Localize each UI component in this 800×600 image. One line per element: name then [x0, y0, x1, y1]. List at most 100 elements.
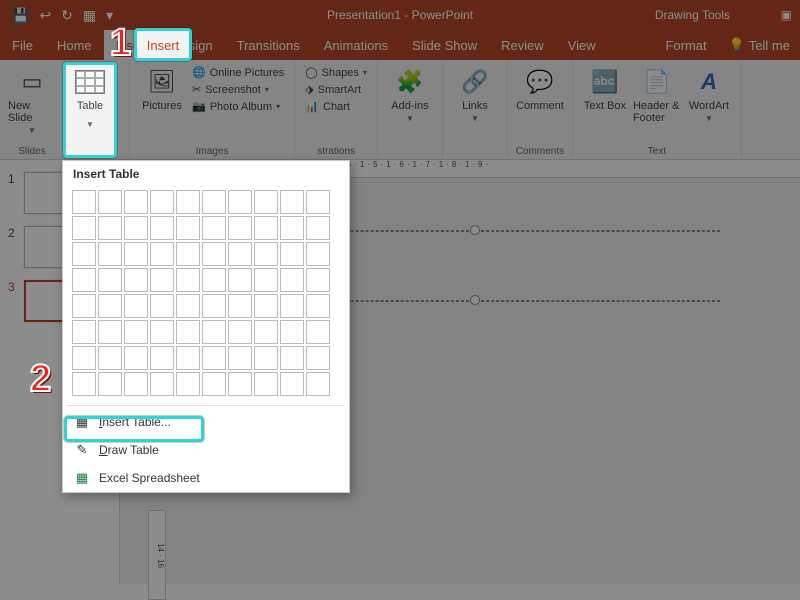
grid-cell[interactable]: [306, 372, 330, 396]
grid-cell[interactable]: [202, 268, 226, 292]
text-box-button[interactable]: 🔤 Text Box: [579, 64, 631, 114]
grid-cell[interactable]: [124, 346, 148, 370]
selection-handle[interactable]: [470, 225, 480, 235]
grid-cell[interactable]: [150, 216, 174, 240]
grid-cell[interactable]: [124, 294, 148, 318]
new-slide-button[interactable]: ▭ New Slide ▼: [6, 64, 58, 137]
tab-insert[interactable]: Insert: [137, 30, 189, 60]
comment-button[interactable]: 💬 Comment: [514, 64, 566, 114]
grid-cell[interactable]: [280, 320, 304, 344]
tab-slideshow[interactable]: Slide Show: [400, 30, 489, 60]
grid-cell[interactable]: [72, 190, 96, 214]
grid-cell[interactable]: [150, 346, 174, 370]
menu-excel-spreadsheet[interactable]: ▦ Excel Spreadsheet: [63, 464, 349, 492]
grid-cell[interactable]: [202, 216, 226, 240]
grid-cell[interactable]: [306, 320, 330, 344]
grid-cell[interactable]: [306, 190, 330, 214]
tab-animations[interactable]: Animations: [312, 30, 400, 60]
save-icon[interactable]: 💾: [12, 7, 29, 24]
grid-cell[interactable]: [202, 190, 226, 214]
grid-cell[interactable]: [72, 294, 96, 318]
pictures-button[interactable]: 🖼 Pictures: [136, 64, 188, 114]
grid-cell[interactable]: [254, 372, 278, 396]
tab-file[interactable]: File: [0, 30, 45, 60]
grid-cell[interactable]: [98, 268, 122, 292]
grid-cell[interactable]: [150, 320, 174, 344]
photo-album-button[interactable]: 📷Photo Album▾: [192, 100, 284, 113]
grid-cell[interactable]: [176, 294, 200, 318]
grid-cell[interactable]: [306, 294, 330, 318]
tab-format[interactable]: Format: [653, 30, 718, 60]
grid-cell[interactable]: [254, 190, 278, 214]
table-button[interactable]: Table ▼: [66, 64, 114, 156]
grid-cell[interactable]: [98, 346, 122, 370]
grid-cell[interactable]: [254, 346, 278, 370]
grid-cell[interactable]: [306, 346, 330, 370]
grid-cell[interactable]: [98, 190, 122, 214]
undo-icon[interactable]: ↩: [39, 7, 51, 24]
smartart-button[interactable]: ⬗SmartArt: [305, 83, 367, 96]
grid-cell[interactable]: [72, 242, 96, 266]
grid-cell[interactable]: [176, 190, 200, 214]
grid-cell[interactable]: [98, 216, 122, 240]
grid-cell[interactable]: [72, 320, 96, 344]
grid-cell[interactable]: [280, 372, 304, 396]
grid-cell[interactable]: [254, 268, 278, 292]
grid-cell[interactable]: [124, 190, 148, 214]
addins-button[interactable]: 🧩 Add-ins ▼: [384, 64, 436, 125]
grid-cell[interactable]: [72, 268, 96, 292]
grid-cell[interactable]: [202, 346, 226, 370]
grid-cell[interactable]: [124, 216, 148, 240]
grid-cell[interactable]: [124, 268, 148, 292]
grid-cell[interactable]: [202, 294, 226, 318]
grid-cell[interactable]: [280, 190, 304, 214]
grid-cell[interactable]: [150, 372, 174, 396]
qat-more-icon[interactable]: ▾: [106, 7, 113, 24]
grid-cell[interactable]: [176, 216, 200, 240]
grid-cell[interactable]: [228, 294, 252, 318]
grid-cell[interactable]: [72, 216, 96, 240]
grid-cell[interactable]: [176, 320, 200, 344]
grid-cell[interactable]: [228, 242, 252, 266]
grid-cell[interactable]: [124, 320, 148, 344]
grid-cell[interactable]: [98, 372, 122, 396]
grid-cell[interactable]: [228, 320, 252, 344]
grid-cell[interactable]: [254, 216, 278, 240]
header-footer-button[interactable]: 📄 Header & Footer: [631, 64, 683, 126]
grid-cell[interactable]: [280, 294, 304, 318]
table-size-grid[interactable]: [63, 187, 349, 403]
grid-cell[interactable]: [228, 372, 252, 396]
grid-cell[interactable]: [280, 242, 304, 266]
tab-review[interactable]: Review: [489, 30, 556, 60]
grid-cell[interactable]: [98, 242, 122, 266]
grid-cell[interactable]: [254, 320, 278, 344]
grid-cell[interactable]: [202, 372, 226, 396]
grid-cell[interactable]: [280, 268, 304, 292]
grid-cell[interactable]: [98, 294, 122, 318]
grid-cell[interactable]: [280, 216, 304, 240]
grid-cell[interactable]: [280, 346, 304, 370]
grid-cell[interactable]: [254, 294, 278, 318]
tell-me-search[interactable]: 💡 Tell me: [719, 30, 800, 60]
links-button[interactable]: 🔗 Links ▼: [449, 64, 501, 125]
grid-cell[interactable]: [228, 268, 252, 292]
grid-cell[interactable]: [124, 372, 148, 396]
grid-cell[interactable]: [176, 268, 200, 292]
grid-cell[interactable]: [228, 346, 252, 370]
grid-cell[interactable]: [176, 346, 200, 370]
grid-cell[interactable]: [176, 372, 200, 396]
grid-cell[interactable]: [124, 242, 148, 266]
grid-cell[interactable]: [150, 190, 174, 214]
grid-cell[interactable]: [150, 294, 174, 318]
online-pictures-button[interactable]: 🌐Online Pictures: [192, 66, 284, 79]
grid-cell[interactable]: [72, 346, 96, 370]
grid-cell[interactable]: [228, 216, 252, 240]
grid-cell[interactable]: [306, 216, 330, 240]
grid-cell[interactable]: [176, 242, 200, 266]
grid-cell[interactable]: [150, 242, 174, 266]
start-from-beginning-icon[interactable]: ▦: [83, 7, 96, 24]
menu-insert-table[interactable]: ▦ Insert Table...: [63, 408, 349, 436]
redo-icon[interactable]: ↻: [61, 7, 73, 24]
grid-cell[interactable]: [254, 242, 278, 266]
menu-draw-table[interactable]: ✎ Draw Table: [63, 436, 349, 464]
